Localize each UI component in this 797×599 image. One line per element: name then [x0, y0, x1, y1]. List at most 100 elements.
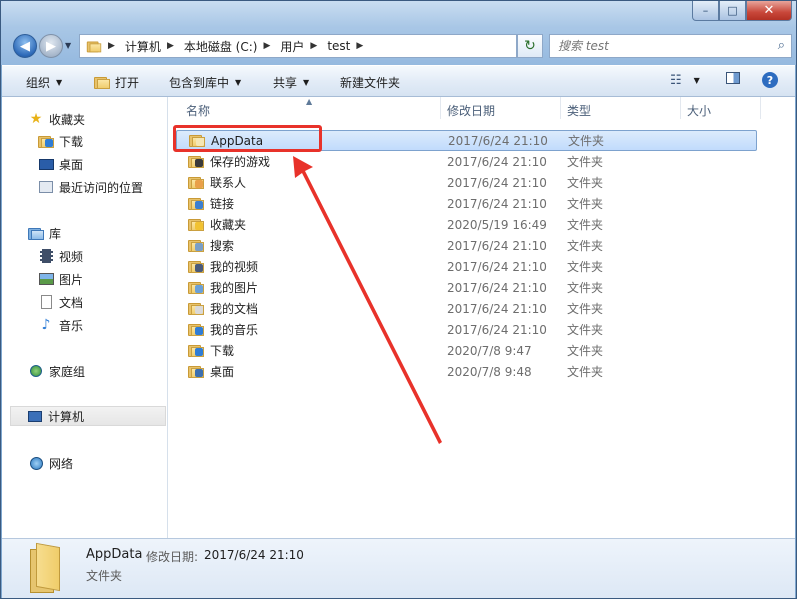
file-row[interactable]: 保存的游戏 2017/6/24 21:10 文件夹 — [176, 151, 756, 172]
downloads-folder-icon — [38, 134, 54, 148]
preview-pane-button[interactable] — [726, 72, 740, 84]
help-button[interactable]: ? — [762, 72, 778, 88]
file-name: 我的文档 — [210, 302, 259, 316]
column-divider[interactable] — [760, 97, 761, 119]
folder-large-icon — [30, 542, 62, 593]
back-button[interactable]: ◀ — [13, 34, 37, 58]
folder-icon — [188, 365, 204, 379]
file-type: 文件夹 — [567, 239, 604, 253]
file-date: 2017/6/24 21:10 — [448, 133, 548, 148]
sidebar-item-computer[interactable]: 计算机 — [10, 406, 166, 426]
file-type: 文件夹 — [568, 134, 605, 148]
file-date: 2017/6/24 21:10 — [447, 259, 547, 274]
open-button[interactable]: 打开 — [94, 74, 139, 91]
details-modified-value: 2017/6/24 21:10 — [204, 548, 304, 562]
explorer-window: – □ ✕ ◀ ▶ ▼ ▶ 计算机 ▶ 本地磁盘 (C:) ▶ 用户 ▶ tes… — [0, 0, 797, 599]
recent-pages-dropdown[interactable]: ▼ — [65, 41, 71, 50]
file-date: 2020/5/19 16:49 — [447, 217, 547, 232]
column-header-type[interactable]: 类型 — [567, 97, 591, 124]
include-in-library-button[interactable]: 包含到库中 ▼ — [169, 74, 241, 91]
sort-ascending-icon: ▲ — [306, 97, 313, 106]
recent-places-icon — [38, 180, 54, 194]
folder-icon — [188, 239, 204, 253]
search-icon[interactable]: ⌕ — [778, 38, 785, 53]
chevron-down-icon: ▼ — [693, 76, 700, 85]
file-row[interactable]: 桌面 2020/7/8 9:48 文件夹 — [176, 361, 756, 382]
file-name: 我的图片 — [210, 281, 259, 295]
file-name: 我的音乐 — [210, 323, 259, 337]
file-name: 联系人 — [210, 176, 247, 190]
file-type: 文件夹 — [567, 155, 604, 169]
picture-icon — [38, 272, 54, 286]
file-name: 桌面 — [210, 365, 235, 379]
file-type: 文件夹 — [567, 176, 604, 190]
breadcrumb-test[interactable]: test ▶ — [327, 39, 371, 53]
refresh-button[interactable]: ↻ — [517, 34, 543, 58]
organize-button[interactable]: 组织 ▼ — [26, 74, 62, 91]
file-date: 2020/7/8 9:48 — [447, 364, 532, 379]
search-box[interactable]: ⌕ — [549, 34, 792, 58]
folder-icon — [188, 302, 204, 316]
chevron-down-icon: ▼ — [56, 78, 63, 87]
forward-button[interactable]: ▶ — [39, 34, 63, 58]
chevron-right-icon[interactable]: ▶ — [167, 41, 174, 51]
file-name: 下载 — [210, 344, 235, 358]
file-date: 2017/6/24 21:10 — [447, 301, 547, 316]
folder-icon — [86, 40, 102, 52]
view-options-button[interactable]: ☷ ▼ — [670, 73, 700, 88]
file-row[interactable]: 链接 2017/6/24 21:10 文件夹 — [176, 193, 756, 214]
column-divider[interactable] — [680, 97, 681, 119]
file-row[interactable]: 联系人 2017/6/24 21:10 文件夹 — [176, 172, 756, 193]
search-input[interactable] — [558, 39, 758, 53]
chevron-right-icon[interactable]: ▶ — [263, 41, 270, 51]
chevron-down-icon: ▼ — [303, 78, 310, 87]
share-button[interactable]: 共享 ▼ — [273, 74, 309, 91]
file-name: 收藏夹 — [210, 218, 247, 232]
file-date: 2017/6/24 21:10 — [447, 196, 547, 211]
column-header-date[interactable]: 修改日期 — [447, 97, 495, 124]
file-row[interactable]: 下载 2020/7/8 9:47 文件夹 — [176, 340, 756, 361]
chevron-right-icon[interactable]: ▶ — [108, 41, 115, 51]
file-date: 2017/6/24 21:10 — [447, 154, 547, 169]
close-button[interactable]: ✕ — [746, 1, 792, 21]
file-type: 文件夹 — [567, 344, 604, 358]
file-row[interactable]: 我的视频 2017/6/24 21:10 文件夹 — [176, 256, 756, 277]
column-divider[interactable] — [560, 97, 561, 119]
library-icon — [28, 226, 44, 240]
annotation-highlight-box — [173, 125, 322, 152]
folder-icon — [188, 260, 204, 274]
file-type: 文件夹 — [567, 323, 604, 337]
file-type: 文件夹 — [567, 302, 604, 316]
column-divider[interactable] — [440, 97, 441, 119]
chevron-right-icon[interactable]: ▶ — [310, 41, 317, 51]
file-name: 我的视频 — [210, 260, 259, 274]
file-type: 文件夹 — [567, 218, 604, 232]
file-row[interactable]: 我的图片 2017/6/24 21:10 文件夹 — [176, 277, 756, 298]
maximize-button[interactable]: □ — [719, 1, 746, 21]
column-header-name[interactable]: 名称 — [186, 97, 210, 124]
video-icon — [38, 249, 54, 263]
homegroup-icon — [28, 364, 44, 378]
arrow-right-icon: ▶ — [46, 38, 56, 54]
help-icon: ? — [762, 72, 778, 88]
new-folder-button[interactable]: 新建文件夹 — [340, 74, 400, 91]
address-bar[interactable]: ▶ 计算机 ▶ 本地磁盘 (C:) ▶ 用户 ▶ test ▶ — [79, 34, 517, 58]
minimize-button[interactable]: – — [692, 1, 719, 21]
breadcrumb-computer[interactable]: 计算机 ▶ — [125, 38, 182, 55]
navigation-pane: ★ 收藏夹 下载 桌面 最近访问的位置 库 视频 图片 文档 ♪ 音乐 家庭组 … — [2, 97, 168, 538]
chevron-right-icon[interactable]: ▶ — [356, 41, 363, 51]
file-row[interactable]: 我的文档 2017/6/24 21:10 文件夹 — [176, 298, 756, 319]
breadcrumb-users[interactable]: 用户 ▶ — [280, 38, 325, 55]
column-header-size[interactable]: 大小 — [687, 97, 711, 124]
file-row[interactable]: 我的音乐 2017/6/24 21:10 文件夹 — [176, 319, 756, 340]
file-row[interactable]: 收藏夹 2020/5/19 16:49 文件夹 — [176, 214, 756, 235]
details-modified-label: 修改日期: — [146, 550, 199, 564]
document-icon — [38, 295, 54, 309]
star-icon: ★ — [29, 111, 43, 127]
folder-icon — [188, 344, 204, 358]
file-row[interactable]: 搜索 2017/6/24 21:10 文件夹 — [176, 235, 756, 256]
folder-icon — [188, 218, 204, 232]
folder-icon — [188, 197, 204, 211]
breadcrumb-local-disk[interactable]: 本地磁盘 (C:) ▶ — [184, 38, 279, 55]
desktop-icon — [38, 157, 54, 171]
